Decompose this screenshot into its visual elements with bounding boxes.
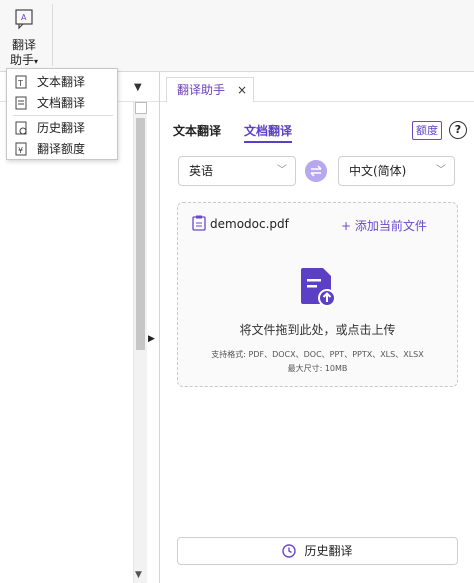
ribbon-label-line1: 翻译 bbox=[11, 38, 36, 52]
menu-separator bbox=[13, 115, 113, 116]
tab-label: 翻译助手 bbox=[177, 83, 226, 97]
menu-item-quota[interactable]: ¥ 翻译额度 bbox=[7, 138, 117, 160]
tab-translate-assistant[interactable]: 翻译助手 × bbox=[166, 77, 254, 103]
source-language-select[interactable]: 英语 ﹀ bbox=[178, 156, 296, 186]
collapse-panel-icon[interactable]: ▶ bbox=[148, 334, 155, 344]
scroll-up-button[interactable] bbox=[135, 102, 147, 114]
quota-icon: ¥ bbox=[15, 142, 27, 156]
menu-item-label: 历史翻译 bbox=[37, 121, 86, 135]
svg-text:T: T bbox=[17, 79, 23, 88]
ribbon: A 翻译 助手▾ bbox=[0, 0, 474, 72]
history-translate-button[interactable]: 历史翻译 bbox=[177, 537, 458, 565]
upload-document-icon[interactable] bbox=[299, 267, 337, 307]
supported-formats: 支持格式: PDF、DOCX、DOC、PPT、PPTX、XLS、XLSX bbox=[211, 350, 424, 359]
menu-item-label: 文档翻译 bbox=[37, 96, 86, 110]
ribbon-separator bbox=[52, 4, 53, 66]
svg-text:¥: ¥ bbox=[18, 146, 23, 155]
document-translate-icon bbox=[15, 96, 27, 110]
clipboard-file-icon bbox=[192, 215, 206, 231]
dropdown-arrow-icon[interactable]: ▼ bbox=[134, 82, 142, 93]
add-current-file-button[interactable]: + 添加当前文件 bbox=[341, 217, 427, 234]
scroll-down-icon[interactable]: ▼ bbox=[135, 570, 142, 580]
clock-icon bbox=[282, 544, 297, 558]
menu-item-label: 翻译额度 bbox=[37, 142, 86, 156]
translate-assistant-icon: A bbox=[15, 9, 33, 30]
tab-text-translate[interactable]: 文本翻译 bbox=[173, 122, 221, 139]
translate-panel: 翻译助手 × 文本翻译 文档翻译 额度 ? 英语 ﹀ 中文(简体) ﹀ demo… bbox=[160, 72, 474, 583]
target-language-value: 中文(简体) bbox=[349, 164, 407, 178]
help-icon[interactable]: ? bbox=[449, 121, 467, 139]
menu-item-document-translate[interactable]: 文档翻译 bbox=[7, 92, 117, 114]
text-translate-icon: T bbox=[15, 75, 27, 89]
history-button-label: 历史翻译 bbox=[304, 544, 353, 558]
svg-text:A: A bbox=[21, 13, 27, 22]
tab-document-translate[interactable]: 文档翻译 bbox=[244, 122, 292, 139]
drop-instruction: 将文件拖到此处，或点击上传 bbox=[239, 323, 396, 337]
chevron-down-icon: ﹀ bbox=[436, 165, 446, 176]
scroll-thumb[interactable] bbox=[136, 118, 145, 350]
chevron-down-icon: ﹀ bbox=[277, 165, 287, 176]
caret-down-icon: ▾ bbox=[34, 57, 39, 66]
ribbon-label-line2: 助手▾ bbox=[9, 53, 39, 67]
translate-assistant-ribbon-button[interactable]: A 翻译 助手▾ bbox=[4, 6, 44, 67]
panel-tabbar: 翻译助手 × bbox=[160, 72, 474, 103]
history-icon bbox=[15, 121, 27, 135]
max-file-size: 最大尺寸: 10MB bbox=[287, 364, 348, 373]
translate-dropdown-menu: T 文本翻译 文档翻译 历史翻译 ¥ 翻译额度 bbox=[6, 68, 118, 160]
source-language-value: 英语 bbox=[189, 164, 214, 178]
current-file-name: demodoc.pdf bbox=[210, 217, 289, 231]
vertical-scrollbar[interactable]: ▼ bbox=[133, 102, 147, 583]
close-icon[interactable]: × bbox=[237, 78, 247, 102]
quota-button[interactable]: 额度 bbox=[412, 121, 442, 140]
target-language-select[interactable]: 中文(简体) ﹀ bbox=[338, 156, 455, 186]
file-drop-zone[interactable]: demodoc.pdf + 添加当前文件 将文件拖到此处，或点击上传 支持格式:… bbox=[177, 202, 458, 387]
menu-item-text-translate[interactable]: T 文本翻译 bbox=[7, 71, 117, 93]
menu-item-label: 文本翻译 bbox=[37, 75, 86, 89]
active-tab-underline bbox=[244, 141, 292, 143]
swap-languages-icon[interactable] bbox=[305, 160, 327, 182]
menu-item-history[interactable]: 历史翻译 bbox=[7, 117, 117, 139]
